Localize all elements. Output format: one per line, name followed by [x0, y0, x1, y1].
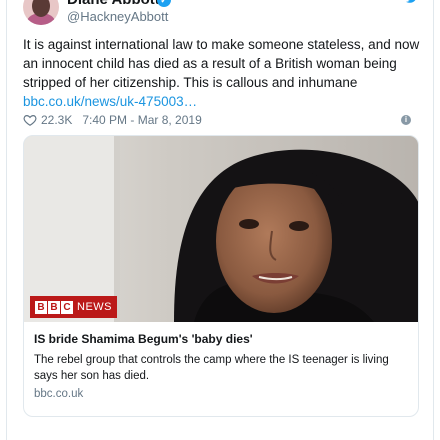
author-handle[interactable]: @HackneyAbbott	[67, 9, 168, 24]
bbc-letter: C	[61, 300, 73, 314]
tweet-meta: 22.3K 7:40 PM - Mar 8, 2019	[23, 111, 202, 129]
card-description: The rebel group that controls the camp w…	[34, 354, 389, 382]
tweet-body: It is against international law to make …	[23, 37, 420, 90]
bbc-letter: B	[48, 300, 60, 314]
bbc-letter: B	[35, 300, 47, 314]
like-count[interactable]: 22.3K	[41, 113, 72, 127]
tweet-card: Diane Abbott ✓ @HackneyAbbott It is agai…	[6, 0, 434, 440]
heart-icon[interactable]	[23, 113, 37, 127]
link-preview-card[interactable]: B B C NEWS IS bride Shamima Begum's 'bab…	[23, 135, 419, 417]
avatar[interactable]	[23, 0, 59, 25]
card-title[interactable]: IS bride Shamima Begum's 'baby dies'	[34, 332, 410, 346]
info-icon[interactable]: i	[401, 115, 411, 125]
twitter-bird-icon[interactable]	[405, 0, 419, 3]
card-image: B B C NEWS	[24, 136, 418, 322]
bbc-news-word: NEWS	[77, 301, 112, 313]
tweet-timestamp[interactable]: 7:40 PM - Mar 8, 2019	[82, 113, 201, 127]
bbc-news-badge: B B C NEWS	[30, 296, 117, 318]
author-display-name[interactable]: Diane Abbott	[67, 0, 160, 8]
tweet-link[interactable]: bbc.co.uk/news/uk-475003…	[23, 92, 423, 111]
tweet-text: It is against international law to make …	[23, 35, 423, 111]
card-domain: bbc.co.uk	[34, 388, 84, 400]
